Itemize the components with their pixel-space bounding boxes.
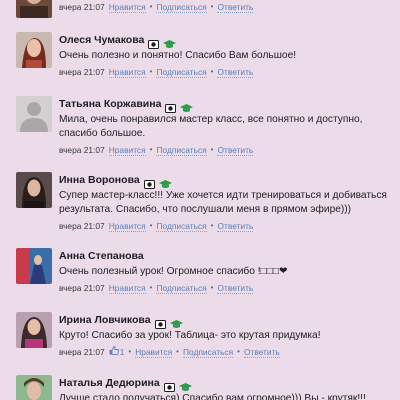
comments-feed: вчера 21:07 Нравится • Подписаться • Отв… xyxy=(0,0,400,400)
user-name[interactable]: Олеся Чумакова xyxy=(59,34,144,46)
comment-header: Наталья Дедюрина xyxy=(59,375,392,392)
user-avatar[interactable] xyxy=(16,96,52,132)
id-card-icon xyxy=(154,316,166,329)
separator: • xyxy=(210,283,214,292)
comment-meta: вчера 21:07 Нравится • Подписаться • Отв… xyxy=(59,65,392,79)
like-link[interactable]: Нравится xyxy=(108,283,146,294)
like-link[interactable]: Нравится xyxy=(108,221,146,232)
comment-date: вчера 21:07 xyxy=(59,2,105,12)
comment-meta: вчера 21:07 1 • Нравится • Подписаться •… xyxy=(59,345,392,359)
comment-text: Супер мастер-класс!!! Уже хочется идти т… xyxy=(59,190,387,215)
subscribe-link[interactable]: Подписаться xyxy=(156,221,207,232)
user-avatar[interactable] xyxy=(16,375,52,400)
separator: • xyxy=(149,283,153,292)
comment-meta: вчера 21:07 Нравится • Подписаться • Отв… xyxy=(59,0,392,14)
user-avatar[interactable] xyxy=(16,248,52,284)
comment-meta: вчера 21:07 Нравится • Подписаться • Отв… xyxy=(59,281,392,295)
user-avatar[interactable] xyxy=(16,0,52,18)
subscribe-link[interactable]: Подписаться xyxy=(156,283,207,294)
comment-meta: вчера 21:07 Нравится • Подписаться • Отв… xyxy=(59,143,392,157)
comment-date: вчера 21:07 xyxy=(59,347,105,357)
separator: • xyxy=(210,145,214,154)
separator: • xyxy=(149,145,153,154)
comment-date: вчера 21:07 xyxy=(59,283,105,293)
user-name[interactable]: Инна Воронова xyxy=(59,174,140,186)
separator: • xyxy=(176,347,179,356)
comment-header: Олеся Чумакова xyxy=(59,32,392,49)
separator: • xyxy=(128,347,132,356)
user-name[interactable]: Ирина Ловчикова xyxy=(59,314,151,326)
reply-link[interactable]: Ответить xyxy=(217,283,254,294)
graduation-cap-icon xyxy=(163,36,177,48)
comment-text: Очень полезно и понятно! Спасибо Вам бол… xyxy=(59,50,297,61)
comment-date: вчера 21:07 xyxy=(59,221,105,231)
comment-item: Олеся Чумакова Очень полезно и понятно! … xyxy=(0,32,400,80)
separator: • xyxy=(210,221,214,230)
id-card-icon xyxy=(143,176,155,189)
graduation-cap-icon xyxy=(169,316,183,328)
reply-link[interactable]: Ответить xyxy=(217,2,254,13)
subscribe-link[interactable]: Подписаться xyxy=(156,145,207,156)
id-card-icon xyxy=(148,36,160,49)
comment-item: вчера 21:07 Нравится • Подписаться • Отв… xyxy=(0,0,400,22)
like-link[interactable]: Нравится xyxy=(108,2,146,13)
comment-header: Татьяна Коржавина xyxy=(59,96,392,113)
user-name[interactable]: Наталья Дедюрина xyxy=(59,377,160,389)
separator: • xyxy=(149,221,153,230)
subscribe-link[interactable]: Подписаться xyxy=(182,347,234,358)
subscribe-link[interactable]: Подписаться xyxy=(156,2,207,13)
separator: • xyxy=(210,67,214,76)
comment-meta: вчера 21:07 Нравится • Подписаться • Отв… xyxy=(59,219,392,233)
comment-item: Наталья Дедюрина Лучше стало получаться)… xyxy=(0,375,400,400)
reply-link[interactable]: Ответить xyxy=(217,221,254,232)
comment-item: Татьяна Коржавина Мила, очень понравился… xyxy=(0,96,400,156)
graduation-cap-icon xyxy=(178,379,192,391)
id-card-icon xyxy=(163,379,175,392)
comment-date: вчера 21:07 xyxy=(59,145,105,155)
user-avatar[interactable] xyxy=(16,312,52,348)
subscribe-link[interactable]: Подписаться xyxy=(156,67,207,78)
user-name[interactable]: Татьяна Коржавина xyxy=(59,98,161,110)
user-avatar[interactable] xyxy=(16,172,52,208)
separator: • xyxy=(237,347,240,356)
separator: • xyxy=(210,2,214,11)
comment-header: Анна Степанова xyxy=(59,248,392,264)
comment-item: Анна Степанова Очень полезный урок! Огро… xyxy=(0,248,400,294)
comment-header: Инна Воронова xyxy=(59,172,392,189)
comment-item: Инна Воронова Супер мастер-класс!!! Уже … xyxy=(0,172,400,232)
like-link[interactable]: Нравится xyxy=(135,347,173,358)
thumbs-up-icon xyxy=(109,345,119,359)
comment-text: Мила, очень понравился мастер класс, все… xyxy=(59,114,363,139)
user-avatar[interactable] xyxy=(16,32,52,68)
comment-date: вчера 21:07 xyxy=(59,67,105,77)
graduation-cap-icon xyxy=(180,100,194,112)
separator: • xyxy=(149,67,153,76)
comment-text: Круто! Спасибо за урок! Таблица- это кру… xyxy=(59,330,321,341)
comment-header: Ирина Ловчикова xyxy=(59,312,392,329)
like-count-value: 1 xyxy=(119,347,125,357)
reply-link[interactable]: Ответить xyxy=(243,347,280,358)
comment-text: Очень полезный урок! Огромное спасибо !□… xyxy=(59,266,288,277)
comment-item: Ирина Ловчикова Круто! Спасибо за урок! … xyxy=(0,312,400,358)
like-link[interactable]: Нравится xyxy=(108,67,146,78)
separator: • xyxy=(149,2,153,11)
comment-text: Лучше стало получаться) Спасибо вам огро… xyxy=(59,393,366,400)
reply-link[interactable]: Ответить xyxy=(217,145,254,156)
user-name[interactable]: Анна Степанова xyxy=(59,250,144,262)
reply-link[interactable]: Ответить xyxy=(217,67,254,78)
like-link[interactable]: Нравится xyxy=(108,145,146,156)
id-card-icon xyxy=(165,100,177,113)
graduation-cap-icon xyxy=(158,176,172,188)
like-count[interactable]: 1 xyxy=(109,345,125,359)
